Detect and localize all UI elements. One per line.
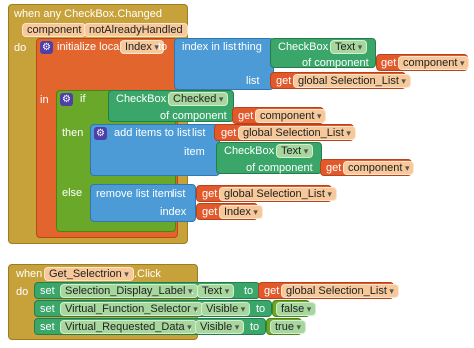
boolean-dropdown[interactable]: false — [276, 302, 317, 316]
do-label: do — [16, 286, 29, 298]
property-dropdown-text[interactable]: Text — [276, 144, 314, 158]
event-header: when any CheckBox.Changed — [14, 8, 162, 20]
checkbox-type-label: CheckBox — [224, 145, 275, 157]
get-label: get — [238, 110, 254, 122]
of-component-label: of component — [246, 162, 313, 174]
get-label: get — [276, 75, 292, 87]
dot-label: . — [195, 303, 199, 315]
dot-label: . — [191, 285, 195, 297]
event-name-label: .Click — [134, 268, 161, 280]
get-var-dropdown[interactable]: global Selection_List — [219, 187, 337, 201]
param-component[interactable]: component — [22, 23, 87, 37]
else-label: else — [62, 187, 83, 199]
component-dropdown[interactable]: Selection_Display_Label — [60, 284, 198, 298]
get-label: get — [326, 162, 342, 174]
list-label: list — [192, 127, 206, 139]
then-label: then — [62, 127, 84, 139]
to-label: to — [244, 285, 254, 297]
set-label: set — [40, 285, 55, 297]
init-local-label: initialize local — [57, 41, 122, 53]
list-label: list — [246, 75, 260, 87]
get-label: get — [202, 206, 218, 218]
checkbox-type-label: CheckBox — [116, 93, 167, 105]
dot-label: . — [164, 93, 168, 105]
property-dropdown[interactable]: Visible — [201, 302, 251, 316]
property-dropdown[interactable]: Text — [197, 284, 235, 298]
component-dropdown[interactable]: Virtual_Function_Selector — [60, 302, 203, 316]
dot-label: . — [272, 145, 276, 157]
item-label: item — [184, 146, 205, 158]
of-component-label: of component — [302, 57, 369, 69]
mutator-gear-icon[interactable]: ⚙ — [60, 93, 73, 106]
get-label: get — [381, 57, 397, 69]
boolean-dropdown[interactable]: true — [270, 320, 306, 334]
get-var-dropdown[interactable]: component — [255, 109, 327, 123]
if-label: if — [80, 93, 86, 105]
set-label: set — [40, 321, 55, 333]
when-label: when — [16, 268, 43, 280]
property-dropdown-text[interactable]: Text — [330, 40, 368, 54]
component-dropdown[interactable]: Virtual_Requested_Data — [60, 320, 197, 334]
in-label: in — [40, 94, 49, 106]
get-var-dropdown[interactable]: global Selection_List — [238, 126, 356, 140]
dot-label: . — [189, 321, 193, 333]
get-label: get — [221, 127, 237, 139]
to-label: to — [250, 321, 260, 333]
mutator-gear-icon[interactable]: ⚙ — [40, 41, 53, 54]
get-var-dropdown[interactable]: component — [343, 161, 415, 175]
remove-item-label: remove list item — [96, 188, 174, 200]
component-dropdown[interactable]: Get_Selectrion — [44, 267, 134, 281]
do-label: do — [14, 42, 27, 54]
param-not-already-handled[interactable]: notAlreadyHandled — [84, 23, 188, 37]
get-var-dropdown[interactable]: global Selection_List — [293, 74, 411, 88]
set-label: set — [40, 303, 55, 315]
checkbox-type-label: CheckBox — [278, 41, 329, 53]
get-label: get — [264, 285, 280, 297]
mutator-gear-icon[interactable]: ⚙ — [94, 127, 107, 140]
list-label: list — [172, 188, 186, 200]
thing-label: thing — [238, 41, 262, 53]
init-to-label: to — [158, 41, 168, 53]
of-component-label: of component — [160, 110, 227, 122]
get-var-dropdown[interactable]: Index — [219, 205, 263, 219]
index-label: index — [160, 206, 187, 218]
property-dropdown-checked[interactable]: Checked — [168, 92, 229, 106]
add-items-label: add items to list — [114, 127, 191, 139]
get-var-dropdown[interactable]: global Selection_List — [281, 284, 399, 298]
dot-label: . — [326, 41, 330, 53]
to-label: to — [256, 303, 266, 315]
index-in-list-label: index in list — [182, 41, 237, 53]
property-dropdown[interactable]: Visible — [195, 320, 245, 334]
get-label: get — [202, 188, 218, 200]
get-var-dropdown[interactable]: component — [398, 56, 470, 70]
